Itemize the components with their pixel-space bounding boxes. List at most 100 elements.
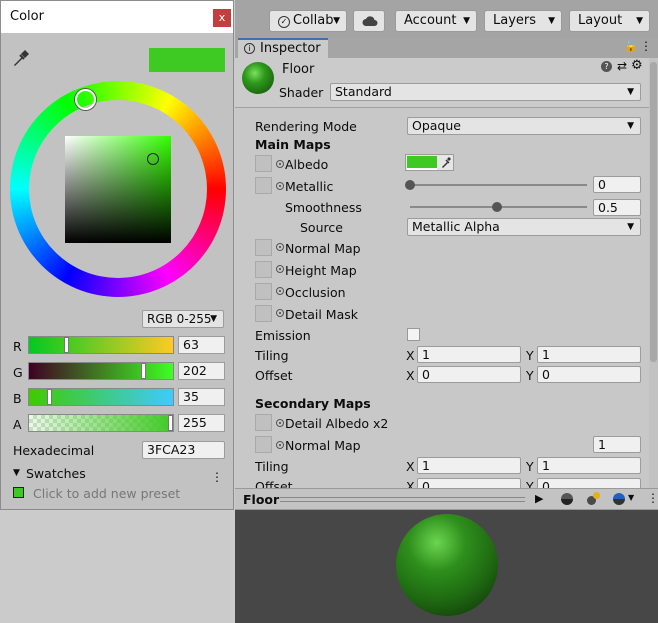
lock-icon[interactable]: 🔓: [624, 40, 638, 53]
occlusion-picker-icon[interactable]: [276, 287, 284, 295]
secondary-normal-map-picker-icon[interactable]: [276, 441, 284, 449]
detail-mask-label: Detail Mask: [285, 307, 358, 322]
g-field[interactable]: 202: [178, 362, 225, 380]
metallic-slider-track[interactable]: [410, 184, 587, 186]
secondary-tiling-x-field[interactable]: 1: [417, 457, 521, 474]
secondary-maps-title: Secondary Maps: [255, 396, 371, 411]
rendering-mode-dropdown[interactable]: Opaque ▼: [407, 117, 641, 135]
swatches-label[interactable]: Swatches: [26, 466, 86, 481]
color-window-title: Color: [10, 9, 44, 24]
secondary-tiling-label: Tiling: [255, 459, 289, 474]
secondary-offset-y-label: Y: [526, 479, 534, 488]
normal-map-slot[interactable]: [255, 239, 272, 256]
detail-mask-slot[interactable]: [255, 305, 272, 322]
collab-button[interactable]: ✓ Collab ▼: [269, 10, 347, 32]
secondary-offset-y-field[interactable]: 0: [537, 478, 641, 488]
tiling-y-label: Y: [526, 348, 534, 363]
eyedropper-icon[interactable]: [440, 156, 452, 169]
offset-label: Offset: [255, 368, 293, 383]
g-slider[interactable]: [28, 362, 174, 380]
secondary-offset-x-label: X: [406, 479, 415, 488]
emission-checkbox[interactable]: [407, 328, 420, 341]
albedo-label: Albedo: [285, 157, 329, 172]
swatches-foldout-icon[interactable]: ▼: [13, 468, 20, 478]
detail-albedo-slot[interactable]: [255, 414, 272, 431]
color-window-titlebar[interactable]: Color x: [1, 1, 233, 33]
menu-icon[interactable]: ⋮: [640, 39, 652, 53]
secondary-tiling-y-field[interactable]: 1: [537, 457, 641, 474]
detail-albedo-picker-icon[interactable]: [276, 419, 284, 427]
secondary-normal-map-label: Normal Map: [285, 438, 361, 453]
a-field[interactable]: 255: [178, 414, 225, 432]
height-map-label: Height Map: [285, 263, 357, 278]
r-field[interactable]: 63: [178, 336, 225, 354]
material-name: Floor: [282, 62, 315, 77]
a-slider[interactable]: [28, 414, 174, 432]
smoothness-slider-handle[interactable]: [492, 202, 502, 212]
settings-icon[interactable]: ⚙: [631, 58, 643, 73]
detail-mask-picker-icon[interactable]: [276, 309, 284, 317]
hue-handle[interactable]: [75, 89, 96, 110]
preview-sphere: [396, 514, 498, 616]
account-dropdown[interactable]: Account ▼: [395, 10, 477, 32]
preview-sphere-icon[interactable]: [561, 493, 573, 505]
secondary-normal-scale-field[interactable]: 1: [593, 436, 641, 453]
main-maps-title: Main Maps: [255, 137, 331, 152]
normal-map-picker-icon[interactable]: [276, 243, 284, 251]
swatches-menu-icon[interactable]: ⋮: [211, 470, 223, 484]
eyedropper-icon[interactable]: [12, 49, 30, 67]
lighting-icon[interactable]: [587, 492, 601, 506]
preview-shape-dropdown[interactable]: ▼: [613, 493, 637, 505]
metallic-picker-icon[interactable]: [276, 182, 284, 190]
swatch-preset[interactable]: [13, 487, 24, 498]
secondary-offset-x-field[interactable]: 0: [417, 478, 521, 488]
r-slider[interactable]: [28, 336, 174, 354]
metallic-slider-handle[interactable]: [405, 180, 415, 190]
hex-field[interactable]: 3FCA23: [142, 441, 225, 459]
close-button[interactable]: x: [213, 9, 231, 27]
play-icon[interactable]: ▶: [535, 492, 543, 505]
b-slider[interactable]: [28, 388, 174, 406]
hex-label: Hexadecimal: [13, 443, 95, 458]
offset-x-field[interactable]: 0: [417, 366, 521, 383]
swatches-hint: Click to add new preset: [33, 486, 181, 501]
r-label: R: [13, 339, 22, 354]
saturation-value-handle[interactable]: [147, 153, 159, 165]
metallic-texture-slot[interactable]: [255, 177, 272, 194]
tiling-y-field[interactable]: 1: [537, 346, 641, 363]
secondary-normal-map-slot[interactable]: [255, 436, 272, 453]
shader-dropdown[interactable]: Standard ▼: [330, 83, 641, 101]
albedo-picker-icon[interactable]: [276, 160, 284, 168]
occlusion-slot[interactable]: [255, 283, 272, 300]
smoothness-label: Smoothness: [285, 200, 362, 215]
height-map-slot[interactable]: [255, 261, 272, 278]
smoothness-field[interactable]: 0.5: [593, 199, 641, 216]
tab-inspector[interactable]: i Inspector: [238, 38, 328, 58]
source-dropdown[interactable]: Metallic Alpha ▼: [407, 218, 641, 236]
cloud-button[interactable]: [353, 10, 385, 32]
material-preview[interactable]: [235, 510, 658, 623]
g-slider-handle[interactable]: [141, 363, 146, 379]
albedo-texture-slot[interactable]: [255, 155, 272, 172]
saturation-value-square[interactable]: [65, 136, 171, 243]
b-field[interactable]: 35: [178, 388, 225, 406]
r-slider-handle[interactable]: [64, 337, 69, 353]
layout-dropdown[interactable]: Layout ▼: [569, 10, 650, 32]
secondary-tiling-y-label: Y: [526, 459, 534, 474]
b-slider-handle[interactable]: [47, 389, 52, 405]
albedo-color-field[interactable]: [405, 154, 454, 171]
secondary-tiling-x-label: X: [406, 459, 415, 474]
help-icon[interactable]: ?: [601, 61, 612, 72]
check-icon: ✓: [278, 16, 290, 28]
inspector-scrollbar[interactable]: [649, 58, 658, 488]
a-slider-handle[interactable]: [168, 415, 173, 431]
metallic-field[interactable]: 0: [593, 176, 641, 193]
preset-icon[interactable]: ⇄: [617, 59, 627, 73]
layers-dropdown[interactable]: Layers ▼: [484, 10, 562, 32]
offset-y-field[interactable]: 0: [537, 366, 641, 383]
color-mode-dropdown[interactable]: RGB 0-255 ▼: [142, 310, 224, 328]
preview-menu-icon[interactable]: ⋮: [647, 491, 658, 505]
metallic-label: Metallic: [285, 179, 334, 194]
tiling-x-field[interactable]: 1: [417, 346, 521, 363]
height-map-picker-icon[interactable]: [276, 265, 284, 273]
